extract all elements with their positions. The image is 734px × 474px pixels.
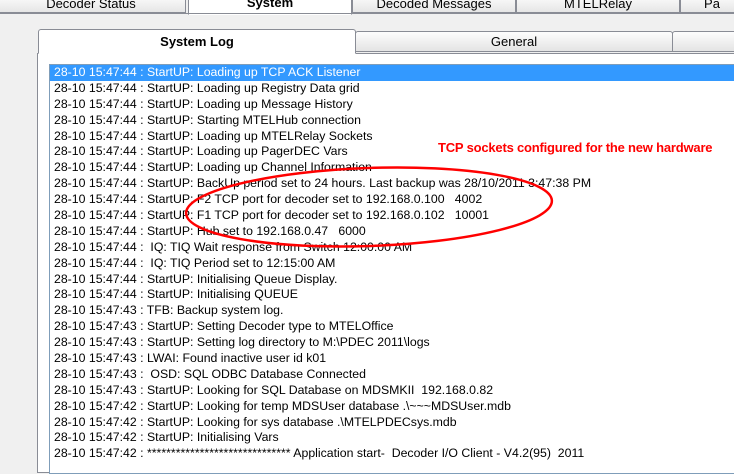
- log-entry[interactable]: 28-10 15:47:44 : IQ: TIQ Wait response f…: [50, 240, 734, 256]
- system-sub-tab-bar: System Log General: [0, 29, 734, 54]
- log-entry[interactable]: 28-10 15:47:42 : ***********************…: [50, 446, 734, 462]
- tab-hidden[interactable]: [672, 31, 734, 52]
- log-entry[interactable]: 28-10 15:47:43 : TFB: Backup system log.: [50, 303, 734, 319]
- tab-pa[interactable]: Pa: [680, 0, 734, 13]
- log-entry[interactable]: 28-10 15:47:44 : StartUP: BackUp period …: [50, 176, 734, 192]
- log-entry[interactable]: 28-10 15:47:43 : StartUP: Looking for SQ…: [50, 383, 734, 399]
- log-entry[interactable]: 28-10 15:47:44 : StartUP: Loading up Mes…: [50, 97, 734, 113]
- log-entry[interactable]: 28-10 15:47:44 : StartUP: Starting MTELH…: [50, 113, 734, 129]
- log-entry[interactable]: 28-10 15:47:42 : StartUP: Initialising V…: [50, 430, 734, 446]
- log-entry[interactable]: 28-10 15:47:43 : StartUP: Setting log di…: [50, 335, 734, 351]
- tab-decoder-status[interactable]: Decoder Status: [0, 0, 186, 13]
- log-entry[interactable]: 28-10 15:47:44 : StartUP: Loading up Reg…: [50, 81, 734, 97]
- log-entry[interactable]: 28-10 15:47:44 : IQ: TIQ Period set to 1…: [50, 256, 734, 272]
- tab-bar-divider: [0, 13, 734, 14]
- tab-mtelrelay[interactable]: MTELRelay: [516, 0, 680, 13]
- log-entry[interactable]: 28-10 15:47:43 : OSD: SQL ODBC Database …: [50, 367, 734, 383]
- log-entry[interactable]: 28-10 15:47:44 : StartUP: Initialising Q…: [50, 287, 734, 303]
- log-entry[interactable]: 28-10 15:47:44 : StartUP: Hub set to 192…: [50, 224, 734, 240]
- system-log-list[interactable]: 28-10 15:47:44 : StartUP: Loading up TCP…: [49, 64, 734, 474]
- main-tab-bar: Decoder Status System Decoded Messages M…: [0, 0, 734, 15]
- log-entry[interactable]: 28-10 15:47:44 : StartUP: Initialising Q…: [50, 272, 734, 288]
- log-entry[interactable]: 28-10 15:47:44 : StartUP: F1 TCP port fo…: [50, 208, 734, 224]
- log-entry[interactable]: 28-10 15:47:44 : StartUP: Loading up TCP…: [50, 65, 734, 81]
- log-entry[interactable]: 28-10 15:47:43 : StartUP: Setting Decode…: [50, 319, 734, 335]
- log-entry[interactable]: 28-10 15:47:42 : StartUP: Looking for sy…: [50, 415, 734, 431]
- log-entry[interactable]: 28-10 15:47:42 : StartUP: Looking for te…: [50, 399, 734, 415]
- tab-general[interactable]: General: [355, 31, 673, 52]
- tab-decoded-messages[interactable]: Decoded Messages: [352, 0, 516, 13]
- log-entry[interactable]: 28-10 15:47:44 : StartUP: Loading up Cha…: [50, 160, 734, 176]
- tab-system-log[interactable]: System Log: [38, 29, 356, 54]
- log-entry[interactable]: 28-10 15:47:44 : StartUP: F2 TCP port fo…: [50, 192, 734, 208]
- annotation-text: TCP sockets configured for the new hardw…: [438, 140, 713, 155]
- log-entry[interactable]: 28-10 15:47:43 : LWAI: Found inactive us…: [50, 351, 734, 367]
